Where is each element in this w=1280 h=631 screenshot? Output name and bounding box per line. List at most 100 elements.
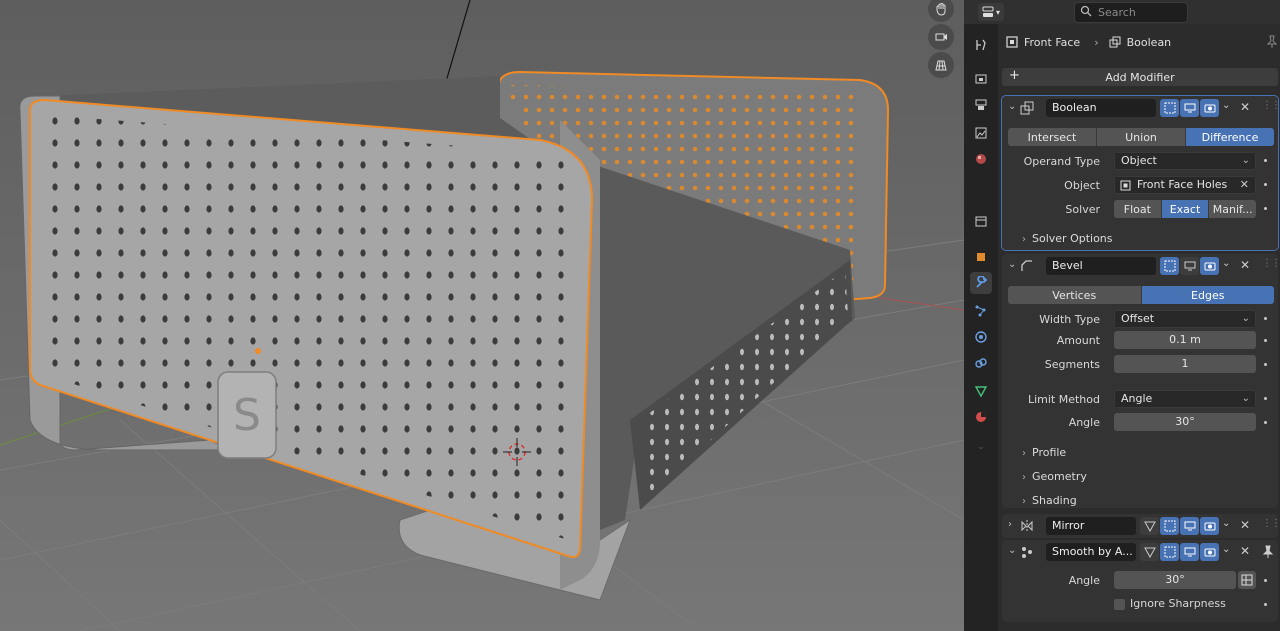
clear-icon[interactable]: ✕ — [1240, 177, 1249, 193]
chevron-down-icon[interactable]: ⌄ — [1222, 544, 1230, 555]
viewport-toggle[interactable] — [1180, 99, 1199, 117]
geometry-subpanel[interactable]: › Geometry — [1022, 470, 1087, 483]
chevron-down-icon[interactable]: ⌄ — [1222, 100, 1230, 111]
animate-dot[interactable] — [1264, 363, 1267, 366]
animate-dot[interactable] — [1264, 317, 1267, 320]
input-attribute-toggle[interactable] — [1238, 571, 1256, 589]
close-icon[interactable]: ✕ — [1240, 544, 1250, 558]
bevel-name-field[interactable]: Bevel — [1046, 257, 1156, 275]
render-toggle[interactable] — [1200, 257, 1219, 275]
object-field[interactable]: Front Face Holes ✕ — [1114, 176, 1256, 194]
boolean-operation-selector[interactable]: Intersect Union Difference — [1008, 128, 1274, 146]
tab-object[interactable] — [970, 246, 992, 268]
solver-manifold[interactable]: Manif... — [1209, 200, 1256, 218]
tab-tool[interactable] — [970, 34, 992, 56]
drag-handle-icon[interactable]: ⋮⋮ — [1262, 100, 1280, 111]
render-toggle[interactable] — [1200, 543, 1219, 561]
amount-field[interactable]: 0.1 m — [1114, 331, 1256, 349]
smooth-panel-header[interactable]: ⌄ Smooth by A... ⌄ ✕ — [1002, 540, 1278, 564]
mirror-panel-header[interactable]: › Mirror ⌄ ✕ ⋮⋮ — [1002, 514, 1280, 538]
operation-difference[interactable]: Difference — [1186, 128, 1274, 146]
animate-dot[interactable] — [1264, 207, 1267, 210]
edit-mode-toggle[interactable] — [1160, 99, 1179, 117]
on-cage-toggle[interactable] — [1140, 543, 1159, 561]
logo-tile[interactable]: S — [217, 371, 277, 459]
bevel-affect-selector[interactable]: Vertices Edges — [1008, 286, 1274, 304]
operation-intersect[interactable]: Intersect — [1008, 128, 1097, 146]
3d-viewport[interactable]: S — [0, 0, 964, 631]
tab-particles[interactable] — [970, 300, 992, 322]
viewport-toggle[interactable] — [1180, 543, 1199, 561]
ortho-toggle-button[interactable] — [928, 52, 954, 78]
chevron-down-icon[interactable]: ⌄ — [1222, 258, 1230, 269]
viewport-scene[interactable]: S — [0, 0, 964, 631]
solver-float[interactable]: Float — [1114, 200, 1162, 218]
solver-exact[interactable]: Exact — [1161, 200, 1210, 218]
close-icon[interactable]: ✕ — [1240, 258, 1250, 272]
width-type-dropdown[interactable]: Offset ⌄ — [1114, 310, 1256, 328]
solver-options-subpanel[interactable]: › Solver Options — [1022, 232, 1113, 245]
operand-type-dropdown[interactable]: Object ⌄ — [1114, 152, 1256, 170]
ignore-sharpness-checkbox[interactable] — [1114, 599, 1125, 610]
boolean-panel-header[interactable]: ⌄ Boolean ⌄ ✕ ⋮⋮ — [1002, 96, 1280, 120]
mirror-name-field[interactable]: Mirror — [1046, 517, 1136, 535]
animate-dot[interactable] — [1264, 183, 1267, 186]
drag-handle-icon[interactable]: ⋮⋮ — [1262, 258, 1280, 269]
tab-render[interactable] — [970, 68, 992, 90]
close-icon[interactable]: ✕ — [1240, 518, 1250, 532]
animate-dot[interactable] — [1264, 421, 1267, 424]
tab-output[interactable] — [970, 94, 992, 116]
tab-collection[interactable] — [970, 210, 992, 232]
smooth-name-field[interactable]: Smooth by A... — [1046, 543, 1136, 561]
animate-dot[interactable] — [1264, 397, 1267, 400]
tab-view-layer[interactable] — [970, 122, 992, 144]
search-input[interactable]: Search — [1074, 2, 1188, 23]
render-toggle[interactable] — [1200, 99, 1219, 117]
tab-physics[interactable] — [970, 326, 992, 348]
add-modifier-button[interactable]: + Add Modifier — [1002, 68, 1278, 86]
profile-subpanel[interactable]: › Profile — [1022, 446, 1066, 459]
camera-view-button[interactable] — [928, 24, 954, 50]
affect-edges[interactable]: Edges — [1141, 286, 1274, 304]
chevron-down-icon[interactable]: ⌄ — [1008, 101, 1016, 112]
segments-field[interactable]: 1 — [1114, 355, 1256, 373]
smooth-angle-field[interactable]: 30° — [1114, 571, 1236, 589]
on-cage-toggle[interactable] — [1140, 517, 1159, 535]
tab-data[interactable] — [970, 380, 992, 402]
pin-icon[interactable] — [1266, 35, 1278, 49]
bevel-panel-header[interactable]: ⌄ Bevel ⌄ ✕ ⋮⋮ — [1002, 254, 1280, 278]
editor-type-menu[interactable]: ▾ — [978, 3, 1004, 21]
tab-scene[interactable] — [970, 148, 992, 170]
chevron-down-icon[interactable]: ⌄ — [1008, 259, 1016, 270]
tab-material[interactable] — [970, 406, 992, 428]
shading-subpanel[interactable]: › Shading — [1022, 494, 1077, 507]
edit-mode-toggle[interactable] — [1160, 543, 1179, 561]
bevel-modifier-panel: ⌄ Bevel ⌄ ✕ ⋮⋮ Vertices Edges Width Type… — [1002, 254, 1280, 508]
edit-mode-toggle[interactable] — [1160, 517, 1179, 535]
operation-union[interactable]: Union — [1097, 128, 1186, 146]
tab-more[interactable]: ⌄ — [970, 436, 992, 458]
chevron-down-icon[interactable]: ⌄ — [1222, 518, 1230, 529]
viewport-toggle[interactable] — [1180, 257, 1199, 275]
animate-dot[interactable] — [1264, 579, 1267, 582]
solver-selector[interactable]: Float Exact Manif... — [1114, 200, 1256, 218]
animate-dot[interactable] — [1264, 603, 1267, 606]
tab-constraints[interactable] — [970, 352, 992, 374]
affect-vertices[interactable]: Vertices — [1008, 286, 1142, 304]
tab-modifiers[interactable] — [970, 272, 992, 294]
angle-field[interactable]: 30° — [1114, 413, 1256, 431]
limit-method-dropdown[interactable]: Angle ⌄ — [1114, 390, 1256, 408]
animate-dot[interactable] — [1264, 159, 1267, 162]
chevron-down-icon[interactable]: ⌄ — [1008, 545, 1016, 556]
chevron-right-icon[interactable]: › — [1008, 519, 1012, 530]
close-icon[interactable]: ✕ — [1240, 100, 1250, 114]
animate-dot[interactable] — [1264, 339, 1267, 342]
edit-mode-toggle[interactable] — [1160, 257, 1179, 275]
table-icon — [1241, 574, 1253, 586]
drag-handle-icon[interactable]: ⋮⋮ — [1262, 518, 1280, 529]
render-toggle[interactable] — [1200, 517, 1219, 535]
pin-icon[interactable] — [1262, 545, 1274, 559]
viewport-toggle[interactable] — [1180, 517, 1199, 535]
boolean-name-field[interactable]: Boolean — [1046, 99, 1156, 117]
camera-icon — [935, 33, 947, 41]
